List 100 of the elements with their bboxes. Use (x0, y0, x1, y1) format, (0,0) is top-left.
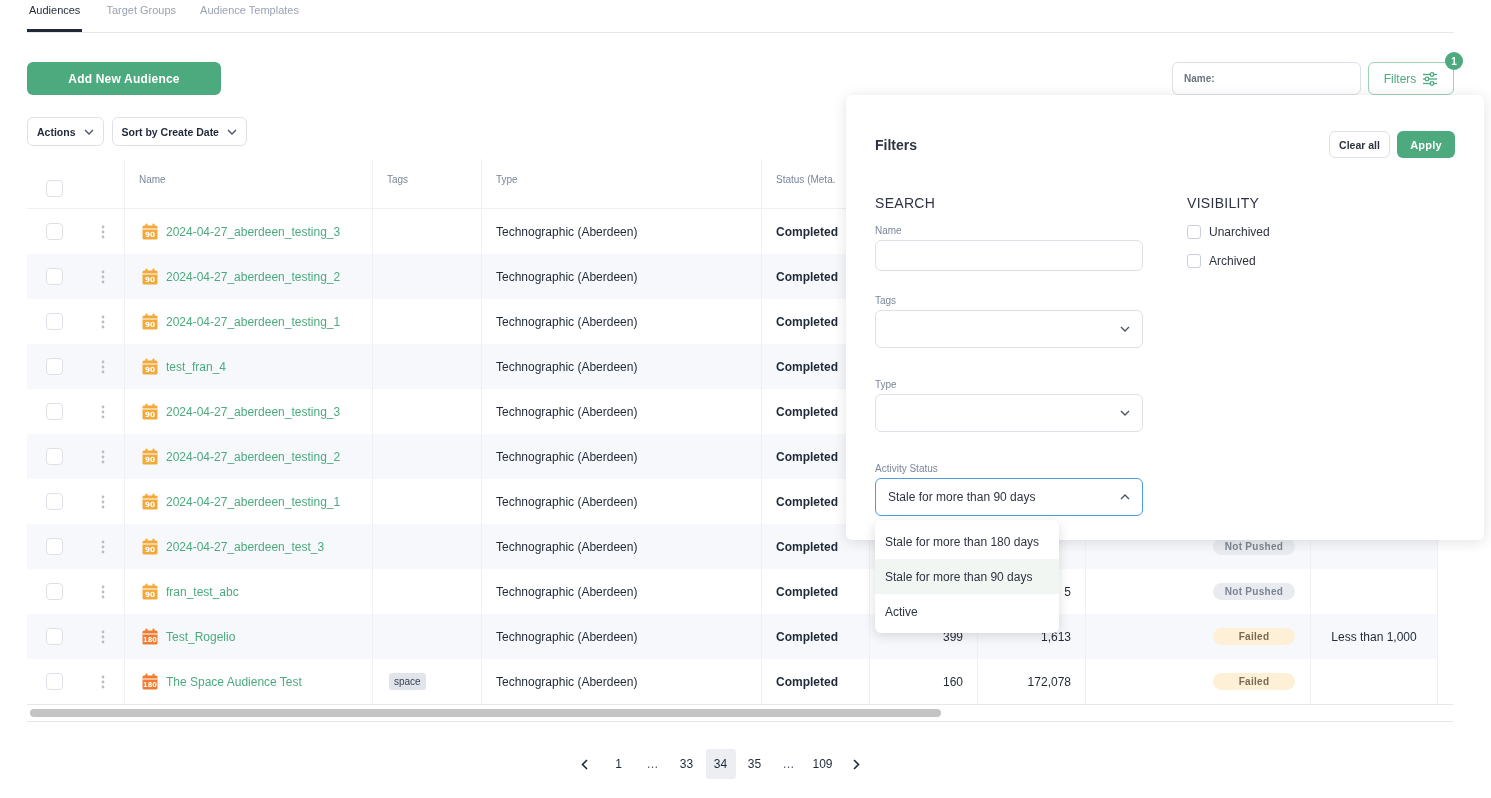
checkbox[interactable] (45, 180, 63, 197)
field-label: Name (875, 225, 903, 236)
chevron-icon (1120, 494, 1130, 500)
tab[interactable]: Audience Templates (200, 0, 299, 27)
table-cell: 172,078 (1027, 674, 1071, 689)
checkbox[interactable] (1187, 254, 1201, 268)
select-field[interactable] (875, 394, 1143, 432)
tab[interactable]: Audiences (27, 0, 83, 32)
checkbox[interactable] (45, 493, 63, 510)
status-text: Completed (776, 584, 838, 599)
chevron-icon (226, 128, 237, 135)
table-cell: Technographic (Aberdeen) (496, 224, 638, 239)
status-text: Completed (776, 674, 838, 689)
more-icon (100, 494, 105, 509)
audience-link[interactable]: Test_Rogelio (166, 629, 236, 644)
more-icon (100, 404, 105, 419)
more-icon (100, 629, 105, 644)
table-cell: Technographic (Aberdeen) (496, 584, 638, 599)
table-cell: Less than 1,000 (1331, 629, 1417, 644)
audience-link[interactable]: fran_test_abc (166, 584, 239, 599)
status-text: Completed (776, 539, 838, 554)
page-button[interactable]: 33 (671, 749, 702, 779)
section-heading: SEARCH (875, 195, 937, 211)
column-header: Name (139, 174, 166, 185)
field-label: Activity Status (875, 463, 939, 474)
tab[interactable]: Target Groups (106, 0, 177, 27)
checkbox[interactable] (1187, 225, 1201, 239)
column-header: Status (Meta. (776, 174, 836, 185)
table-cell: 5 (1064, 584, 1071, 599)
status-text: Completed (776, 404, 838, 419)
audience-link[interactable]: 2024-04-27_aberdeen_testing_1 (166, 494, 341, 509)
page-button[interactable]: 35 (739, 749, 770, 779)
chevron-icon (1120, 326, 1130, 332)
sort-dropdown[interactable]: Sort by Create Date (111, 117, 247, 146)
more-icon (100, 314, 105, 329)
checkbox[interactable] (45, 448, 63, 465)
search-field[interactable]: Name: (1172, 62, 1361, 95)
status-text: Completed (776, 359, 838, 374)
field-label: Tags (875, 295, 898, 306)
apply-button[interactable]: Apply (1397, 131, 1455, 158)
dropdown-option[interactable]: Stale for more than 180 days (875, 524, 1059, 559)
sliders-icon (1422, 71, 1439, 86)
chevron-icon (83, 128, 94, 135)
table-cell: Technographic (Aberdeen) (496, 269, 638, 284)
checkbox[interactable] (45, 268, 63, 285)
status-badge: Failed (1213, 628, 1295, 645)
checkbox-label: Unarchived (1209, 225, 1270, 239)
status-text: Completed (776, 314, 838, 329)
table-cell: Technographic (Aberdeen) (496, 404, 638, 419)
more-icon (100, 269, 105, 284)
status-text: Completed (776, 449, 838, 464)
select-field[interactable] (875, 310, 1143, 348)
table-cell: Technographic (Aberdeen) (496, 539, 638, 554)
page-button[interactable]: 109 (807, 749, 838, 779)
table-cell: Technographic (Aberdeen) (496, 449, 638, 464)
more-icon (100, 584, 105, 599)
status-text: Completed (776, 224, 838, 239)
audience-link[interactable]: 2024-04-27_aberdeen_testing_2 (166, 269, 341, 284)
audience-link[interactable]: 2024-04-27_aberdeen_testing_3 (166, 404, 341, 419)
actions-dropdown[interactable]: Actions (27, 117, 104, 146)
more-icon (100, 224, 105, 239)
text-field[interactable] (875, 240, 1143, 271)
table-cell: Technographic (Aberdeen) (496, 494, 638, 509)
audience-link[interactable]: 2024-04-27_aberdeen_testing_3 (166, 224, 341, 239)
table-cell: Technographic (Aberdeen) (496, 674, 638, 689)
checkbox[interactable] (45, 538, 63, 555)
page-button[interactable]: 34 (705, 749, 736, 779)
checkbox[interactable] (45, 583, 63, 600)
more-icon (100, 674, 105, 689)
checkbox-label: Archived (1209, 254, 1256, 268)
page-button[interactable]: 1 (603, 749, 634, 779)
checkbox[interactable] (45, 628, 63, 645)
checkbox[interactable] (45, 358, 63, 375)
chevron-right-icon (853, 758, 860, 770)
clear-all-button[interactable]: Clear all (1329, 131, 1390, 158)
ellipsis: … (645, 757, 660, 771)
table-cell: 160 (942, 674, 963, 689)
dropdown-option[interactable]: Active (875, 594, 1059, 629)
column-header: Tags (387, 174, 409, 185)
table-cell: Technographic (Aberdeen) (496, 629, 638, 644)
count-badge: 1 (1445, 52, 1463, 70)
dropdown-option[interactable]: Stale for more than 90 days (875, 559, 1059, 594)
audience-link[interactable]: test_fran_4 (166, 359, 227, 374)
audience-link[interactable]: 2024-04-27_aberdeen_testing_2 (166, 449, 341, 464)
status-text: Completed (776, 629, 838, 644)
panel-title: Filters (875, 136, 917, 153)
add-audience-button[interactable]: Add New Audience (27, 62, 221, 95)
checkbox[interactable] (45, 403, 63, 420)
scrollbar-thumb[interactable] (30, 709, 941, 717)
checkbox[interactable] (45, 673, 63, 690)
status-badge: Failed (1213, 673, 1295, 690)
audience-link[interactable]: The Space Audience Test (166, 674, 302, 689)
checkbox[interactable] (45, 223, 63, 240)
checkbox[interactable] (45, 313, 63, 330)
audience-link[interactable]: 2024-04-27_aberdeen_test_3 (166, 539, 325, 554)
more-icon (100, 449, 105, 464)
column-header: Type (496, 174, 518, 185)
select-field[interactable]: Stale for more than 90 days (875, 478, 1143, 516)
more-icon (100, 539, 105, 554)
audience-link[interactable]: 2024-04-27_aberdeen_testing_1 (166, 314, 341, 329)
